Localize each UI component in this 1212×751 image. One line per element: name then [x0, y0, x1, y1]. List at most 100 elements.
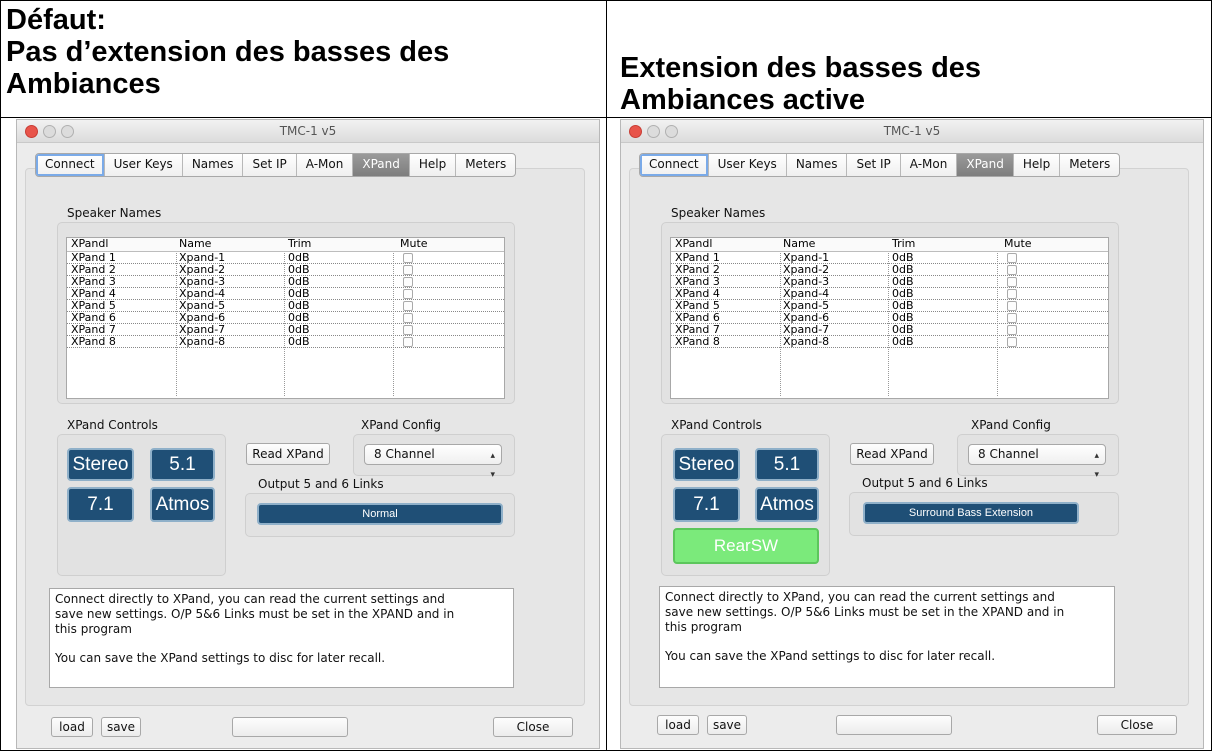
tab-meters[interactable]: Meters	[456, 154, 515, 176]
stereo-button[interactable]: Stereo	[67, 448, 134, 481]
row-trim[interactable]: 0dB	[288, 300, 310, 311]
row-trim[interactable]: 0dB	[288, 252, 310, 263]
row-name[interactable]: Xpand-4	[783, 288, 829, 299]
row-trim[interactable]: 0dB	[892, 324, 914, 335]
mute-checkbox[interactable]	[1007, 325, 1017, 335]
header-name[interactable]: Name	[179, 238, 211, 249]
table-row[interactable]: XPand 5 Xpand-5 0dB	[671, 300, 1108, 312]
table-row[interactable]: XPand 6 Xpand-6 0dB	[67, 312, 504, 324]
tab-a-mon[interactable]: A-Mon	[901, 154, 958, 176]
row-trim[interactable]: 0dB	[892, 300, 914, 311]
tab-xpand[interactable]: XPand	[353, 154, 410, 176]
read-xpand-button[interactable]: Read XPand	[246, 443, 330, 465]
table-row[interactable]: XPand 6 Xpand-6 0dB	[671, 312, 1108, 324]
header-xpand[interactable]: XPandl	[71, 238, 108, 249]
row-trim[interactable]: 0dB	[892, 312, 914, 323]
tab-set-ip[interactable]: Set IP	[243, 154, 297, 176]
mute-checkbox[interactable]	[1007, 313, 1017, 323]
header-xpand[interactable]: XPandl	[675, 238, 712, 249]
mute-checkbox[interactable]	[403, 301, 413, 311]
row-name[interactable]: Xpand-1	[783, 252, 829, 263]
table-row[interactable]: XPand 3 Xpand-3 0dB	[671, 276, 1108, 288]
row-name[interactable]: Xpand-7	[179, 324, 225, 335]
mute-checkbox[interactable]	[1007, 265, 1017, 275]
row-trim[interactable]: 0dB	[288, 276, 310, 287]
row-name[interactable]: Xpand-2	[783, 264, 829, 275]
blank-button[interactable]	[232, 717, 348, 737]
title-bar[interactable]: TMC-1 v5	[17, 120, 599, 143]
mute-checkbox[interactable]	[1007, 253, 1017, 263]
mute-checkbox[interactable]	[1007, 337, 1017, 347]
table-row[interactable]: XPand 3 Xpand-3 0dB	[67, 276, 504, 288]
row-name[interactable]: Xpand-5	[179, 300, 225, 311]
mute-checkbox[interactable]	[403, 289, 413, 299]
five-one-button[interactable]: 5.1	[150, 448, 215, 481]
mute-checkbox[interactable]	[403, 313, 413, 323]
xpand-config-select[interactable]: 8 Channel ▴ ▾	[968, 444, 1106, 480]
tab-meters[interactable]: Meters	[1060, 154, 1119, 176]
read-xpand-button[interactable]: Read XPand	[850, 443, 934, 465]
row-trim[interactable]: 0dB	[288, 324, 310, 335]
tab-set-ip[interactable]: Set IP	[847, 154, 901, 176]
row-trim[interactable]: 0dB	[892, 288, 914, 299]
row-name[interactable]: Xpand-6	[179, 312, 225, 323]
row-trim[interactable]: 0dB	[892, 336, 914, 347]
tab-names[interactable]: Names	[787, 154, 848, 176]
tab-connect[interactable]: Connect	[36, 154, 105, 176]
table-row[interactable]: XPand 2 Xpand-2 0dB	[671, 264, 1108, 276]
mute-checkbox[interactable]	[403, 277, 413, 287]
close-button[interactable]: Close	[493, 717, 573, 737]
atmos-button[interactable]: Atmos	[755, 487, 819, 522]
row-trim[interactable]: 0dB	[892, 276, 914, 287]
row-trim[interactable]: 0dB	[892, 252, 914, 263]
table-row[interactable]: XPand 1 Xpand-1 0dB	[671, 252, 1108, 264]
tab-help[interactable]: Help	[410, 154, 457, 176]
row-trim[interactable]: 0dB	[892, 264, 914, 275]
tab-a-mon[interactable]: A-Mon	[297, 154, 354, 176]
save-button[interactable]: save	[101, 717, 141, 737]
table-row[interactable]: XPand 7 Xpand-7 0dB	[67, 324, 504, 336]
table-row[interactable]: XPand 8 Xpand-8 0dB	[67, 336, 504, 348]
row-name[interactable]: Xpand-6	[783, 312, 829, 323]
row-trim[interactable]: 0dB	[288, 288, 310, 299]
mute-checkbox[interactable]	[403, 325, 413, 335]
blank-button[interactable]	[836, 715, 952, 735]
output-links-button[interactable]: Surround Bass Extension	[863, 502, 1079, 524]
mute-checkbox[interactable]	[403, 337, 413, 347]
table-row[interactable]: XPand 8 Xpand-8 0dB	[671, 336, 1108, 348]
mute-checkbox[interactable]	[1007, 277, 1017, 287]
row-name[interactable]: Xpand-1	[179, 252, 225, 263]
header-name[interactable]: Name	[783, 238, 815, 249]
row-name[interactable]: Xpand-3	[179, 276, 225, 287]
seven-one-button[interactable]: 7.1	[673, 487, 740, 522]
load-button[interactable]: load	[657, 715, 699, 735]
mute-checkbox[interactable]	[1007, 301, 1017, 311]
info-textbox[interactable]: Connect directly to XPand, you can read …	[659, 586, 1115, 688]
row-trim[interactable]: 0dB	[288, 336, 310, 347]
header-mute[interactable]: Mute	[400, 238, 428, 249]
five-one-button[interactable]: 5.1	[755, 448, 819, 481]
table-row[interactable]: XPand 7 Xpand-7 0dB	[671, 324, 1108, 336]
tab-xpand[interactable]: XPand	[957, 154, 1014, 176]
atmos-button[interactable]: Atmos	[150, 487, 215, 522]
table-row[interactable]: XPand 5 Xpand-5 0dB	[67, 300, 504, 312]
table-row[interactable]: XPand 2 Xpand-2 0dB	[67, 264, 504, 276]
xpand-config-select[interactable]: 8 Channel ▴ ▾	[364, 444, 502, 480]
header-trim[interactable]: Trim	[288, 238, 311, 249]
output-links-button[interactable]: Normal	[257, 503, 503, 525]
rearsw-button[interactable]: RearSW	[673, 528, 819, 564]
tab-help[interactable]: Help	[1014, 154, 1061, 176]
row-name[interactable]: Xpand-5	[783, 300, 829, 311]
row-name[interactable]: Xpand-2	[179, 264, 225, 275]
row-name[interactable]: Xpand-7	[783, 324, 829, 335]
row-name[interactable]: Xpand-4	[179, 288, 225, 299]
tab-user-keys[interactable]: User Keys	[709, 154, 787, 176]
header-mute[interactable]: Mute	[1004, 238, 1032, 249]
title-bar[interactable]: TMC-1 v5	[621, 120, 1203, 143]
row-name[interactable]: Xpand-3	[783, 276, 829, 287]
table-row[interactable]: XPand 4 Xpand-4 0dB	[67, 288, 504, 300]
info-textbox[interactable]: Connect directly to XPand, you can read …	[49, 588, 514, 688]
load-button[interactable]: load	[51, 717, 93, 737]
table-row[interactable]: XPand 4 Xpand-4 0dB	[671, 288, 1108, 300]
row-name[interactable]: Xpand-8	[179, 336, 225, 347]
